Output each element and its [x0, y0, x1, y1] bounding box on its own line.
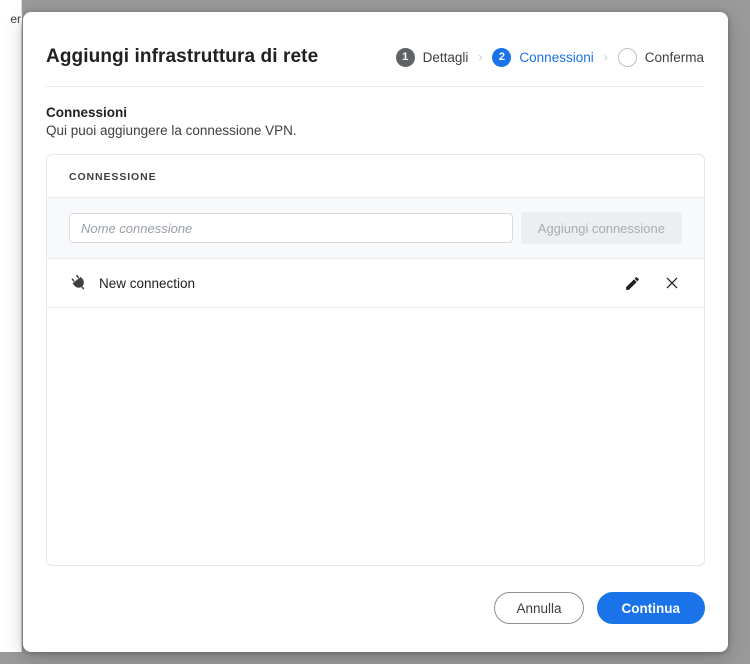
connection-name-input[interactable]	[69, 213, 513, 243]
dialog-header: Aggiungi infrastruttura di rete 1 Dettag…	[46, 12, 705, 87]
step-2-label: Connessioni	[519, 49, 594, 65]
add-connection-row: Aggiungi connessione	[47, 197, 704, 259]
section-title: Connessioni	[46, 105, 128, 120]
card-header-label: CONNESSIONE	[69, 171, 157, 183]
continue-button[interactable]: Continua	[596, 592, 705, 624]
step-3-bullet	[617, 47, 637, 67]
section-subtitle: Qui puoi aggiungere la connessione VPN.	[46, 123, 297, 138]
add-connection-button[interactable]: Aggiungi connessione	[520, 212, 682, 244]
connection-name: New connection	[99, 275, 196, 291]
connection-list: New connection	[47, 259, 704, 565]
stepper-step-connections[interactable]: 2 Connessioni	[492, 47, 594, 67]
stepper-separator-2: ›	[603, 50, 608, 64]
stepper-step-confirm[interactable]: Conferma	[617, 47, 704, 67]
page-title: Aggiungi infrastruttura di rete	[46, 46, 319, 67]
connection-card: CONNESSIONE Aggiungi connessione	[46, 154, 705, 566]
plug-icon	[69, 273, 89, 293]
step-1-label: Dettagli	[422, 49, 469, 65]
row-actions	[622, 273, 682, 293]
add-network-infrastructure-dialog: Aggiungi infrastruttura di rete 1 Dettag…	[23, 12, 728, 652]
wizard-stepper: 1 Dettagli › 2 Connessioni › Conferma	[395, 47, 705, 67]
list-item[interactable]: New connection	[47, 259, 704, 308]
close-icon[interactable]	[662, 273, 682, 293]
connections-section: Connessioni Qui puoi aggiungere la conne…	[46, 87, 705, 138]
background-text-fragment: er	[0, 13, 22, 25]
stepper-separator-1: ›	[478, 50, 483, 64]
stepper-step-details[interactable]: 1 Dettagli	[395, 47, 469, 67]
cancel-button[interactable]: Annulla	[494, 592, 584, 624]
dialog-footer: Annulla Continua	[46, 566, 705, 652]
step-1-bullet: 1	[395, 47, 415, 67]
step-2-bullet: 2	[492, 47, 512, 67]
step-3-label: Conferma	[644, 49, 704, 65]
pencil-icon[interactable]	[622, 273, 642, 293]
background-page-strip	[0, 0, 22, 652]
